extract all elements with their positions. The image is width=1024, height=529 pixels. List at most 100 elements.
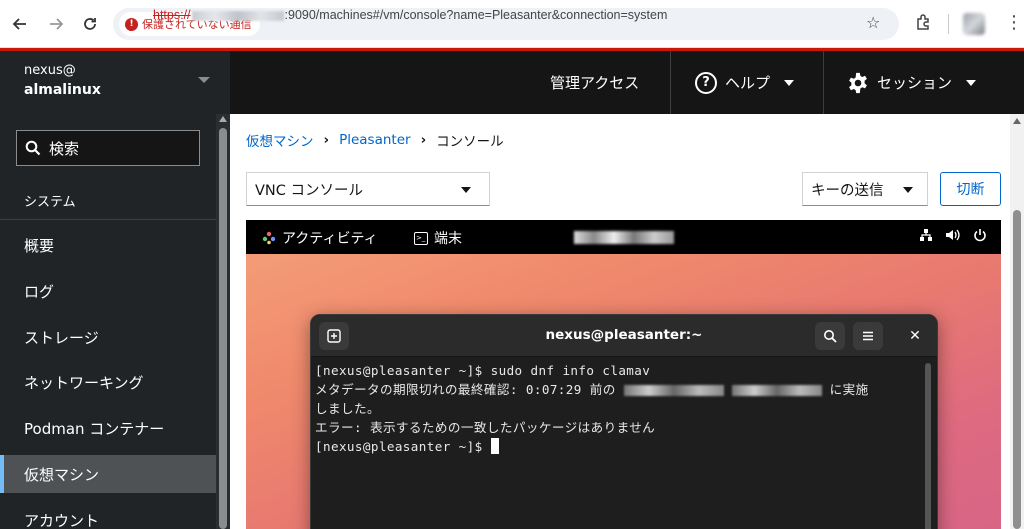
terminal-window[interactable]: nexus@pleasanter:~ ✕ [nexus@pleasanter ~…: [310, 314, 938, 529]
breadcrumb-vms-link[interactable]: 仮想マシン: [246, 130, 314, 150]
terminal-close-button[interactable]: ✕: [901, 322, 929, 350]
back-button[interactable]: [8, 12, 32, 36]
console-panel: VNC コンソール キーの送信 切断 アクティビティ >_ 端末 nexus@p…: [230, 166, 1010, 529]
search-placeholder: 検索: [49, 139, 80, 158]
sidebar-item-system[interactable]: システム: [0, 182, 216, 220]
reload-button[interactable]: [78, 12, 102, 36]
power-icon: [974, 229, 986, 242]
hamburger-icon: [863, 331, 873, 341]
url-path: :9090/machines#/vm/console?name=Pleasant…: [284, 8, 668, 22]
vnc-screen[interactable]: アクティビティ >_ 端末 nexus@pleasanter:~ ✕ [nexu…: [246, 220, 1001, 529]
redacted-text: [623, 385, 724, 396]
send-key-dropdown[interactable]: キーの送信: [802, 172, 928, 206]
sidebar-item-networking[interactable]: ネットワーキング: [0, 363, 216, 401]
terminal-line: しました。: [315, 401, 380, 416]
gear-icon: [849, 72, 867, 93]
terminal-icon: >_: [414, 231, 428, 245]
activities-button[interactable]: アクティビティ: [262, 228, 378, 248]
terminal-line: [nexus@pleasanter ~]$: [315, 437, 925, 456]
sidebar-item-logs[interactable]: ログ: [0, 272, 216, 310]
admin-access-button[interactable]: 管理アクセス: [550, 51, 639, 114]
send-key-label: キーの送信: [811, 182, 884, 199]
masthead-divider: [823, 51, 824, 114]
terminal-line: [nexus@pleasanter ~]$ sudo dnf info clam…: [315, 363, 651, 378]
main-scrollbar[interactable]: [1010, 114, 1024, 529]
reload-icon: [84, 18, 96, 30]
redacted-host: [191, 10, 284, 21]
activities-label: アクティビティ: [282, 231, 378, 247]
host-name: almalinux: [24, 82, 101, 98]
profile-avatar[interactable]: [963, 13, 985, 35]
warning-icon: !: [125, 17, 138, 31]
session-menu[interactable]: セッション: [847, 51, 977, 114]
url-text[interactable]: https:// :9090/machines#/vm/console?name=…: [153, 8, 667, 22]
sidebar-item-label: 仮想マシン: [24, 465, 100, 484]
sidebar-item-label: ストレージ: [24, 328, 99, 347]
help-label: ヘルプ: [725, 74, 771, 92]
terminal-menu-button[interactable]: [853, 322, 883, 350]
terminal-text: に実施: [829, 382, 869, 397]
system-tray[interactable]: [919, 228, 987, 242]
forward-button[interactable]: [44, 12, 68, 36]
bookmark-star-icon[interactable]: ☆: [866, 13, 880, 32]
disconnect-button[interactable]: 切断: [940, 172, 1001, 206]
url-scheme: https://: [153, 8, 191, 22]
sidebar-scroll-thumb[interactable]: [219, 128, 227, 529]
sidebar: 検索 システム 概要 ログ ストレージ ネットワーキング Podman コンテナ…: [0, 114, 230, 529]
console-type-select[interactable]: VNC コンソール: [246, 172, 490, 206]
sidebar-item-overview[interactable]: 概要: [0, 226, 216, 264]
search-input[interactable]: 検索: [16, 130, 200, 166]
masthead-divider: [670, 51, 671, 114]
sidebar-scrollbar[interactable]: [216, 114, 230, 529]
host-switcher[interactable]: nexus@ almalinux: [0, 51, 230, 114]
chevron-down-icon: [784, 79, 795, 86]
session-label: セッション: [877, 74, 953, 92]
gnome-top-bar: アクティビティ >_ 端末: [246, 220, 1001, 254]
host-user: nexus@: [24, 63, 76, 78]
caret-down-icon: [903, 187, 913, 193]
redacted-clock[interactable]: [574, 231, 674, 244]
breadcrumb: 仮想マシン › Pleasanter › コンソール: [230, 114, 1010, 166]
terminal-search-button[interactable]: [815, 322, 845, 350]
chevron-down-icon: [198, 77, 210, 83]
terminal-line: エラー: 表示するための一致したパッケージはありません: [315, 420, 656, 435]
terminal-app-label: 端末: [434, 231, 462, 247]
chevron-down-icon: [966, 79, 977, 86]
terminal-text: メタデータの期限切れの最終確認: 0:07:29 前の: [315, 382, 616, 397]
console-type-value: VNC コンソール: [255, 182, 363, 199]
terminal-output[interactable]: [nexus@pleasanter ~]$ sudo dnf info clam…: [315, 361, 925, 456]
browser-menu-icon[interactable]: ⋮: [1005, 14, 1023, 32]
scroll-up-icon[interactable]: [219, 116, 227, 122]
terminal-app-menu[interactable]: >_ 端末: [414, 228, 462, 248]
scroll-up-icon[interactable]: [1013, 118, 1021, 124]
toolbar-divider: [948, 14, 949, 34]
main-scroll-thumb[interactable]: [1013, 210, 1021, 529]
activities-icon: [262, 231, 276, 245]
sidebar-item-podman[interactable]: Podman コンテナー: [0, 409, 216, 447]
sidebar-item-virtual-machines[interactable]: 仮想マシン: [0, 455, 216, 493]
admin-access-label: 管理アクセス: [550, 74, 640, 92]
redacted-text: [731, 385, 822, 396]
network-icon: [920, 229, 932, 241]
arrow-right-icon: [50, 18, 64, 30]
help-menu[interactable]: ? ヘルプ: [695, 51, 795, 114]
sidebar-item-label: ログ: [24, 282, 55, 301]
caret-down-icon: [461, 187, 471, 193]
sidebar-item-storage[interactable]: ストレージ: [0, 318, 216, 356]
breadcrumb-current: コンソール: [436, 134, 504, 150]
extensions-icon[interactable]: [915, 13, 933, 31]
terminal-prompt: [nexus@pleasanter ~]$: [315, 439, 491, 454]
sidebar-item-label: 概要: [24, 236, 55, 255]
terminal-scrollbar[interactable]: [925, 363, 931, 529]
terminal-line: メタデータの期限切れの最終確認: 0:07:29 前の に実施: [315, 380, 925, 399]
breadcrumb-vm-link[interactable]: Pleasanter: [339, 132, 410, 148]
arrow-left-icon: [12, 18, 26, 30]
search-icon: [824, 330, 837, 343]
sidebar-item-label: ネットワーキング: [24, 373, 144, 392]
sidebar-item-label: Podman コンテナー: [24, 419, 165, 438]
close-icon: ✕: [909, 328, 921, 344]
chevron-right-icon: ›: [323, 132, 330, 148]
masthead: nexus@ almalinux 管理アクセス ? ヘルプ セッション: [0, 48, 1024, 114]
main-content: 仮想マシン › Pleasanter › コンソール VNC コンソール キーの…: [230, 114, 1024, 529]
sidebar-item-accounts[interactable]: アカウント: [0, 501, 216, 529]
